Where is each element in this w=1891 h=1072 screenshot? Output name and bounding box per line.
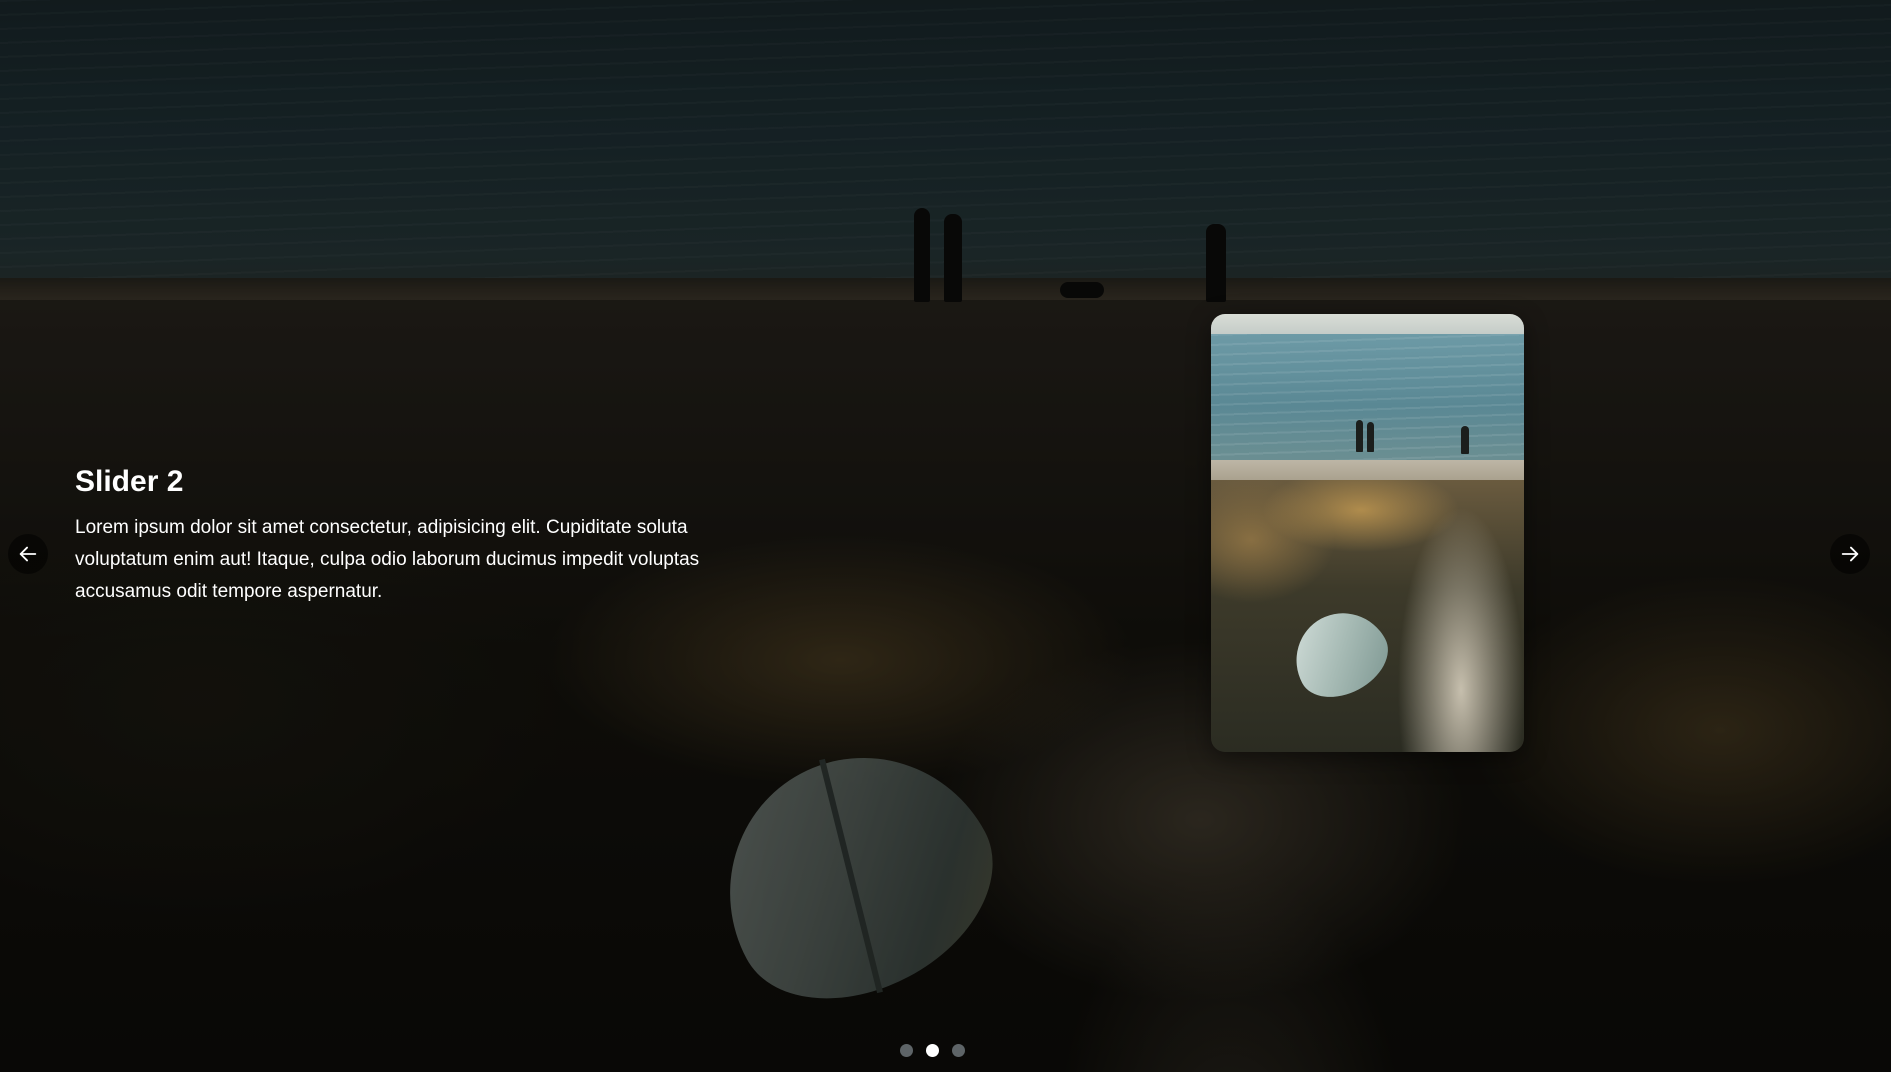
pagination-dot-2[interactable] (926, 1044, 939, 1057)
card-walker-figure (1356, 420, 1363, 452)
slider-pagination (900, 1044, 965, 1057)
card-walker-figure (1461, 426, 1469, 454)
arrow-right-icon (1841, 546, 1859, 562)
slide-title: Slider 2 (75, 465, 184, 498)
arrow-left-icon (19, 546, 37, 562)
card-walker-figure (1367, 422, 1374, 452)
prev-slide-button[interactable] (8, 534, 48, 574)
card-dunes (1211, 480, 1524, 752)
slide-preview-card[interactable] (1211, 314, 1524, 752)
next-slide-button[interactable] (1830, 534, 1870, 574)
pagination-dot-3[interactable] (952, 1044, 965, 1057)
slide-description: Lorem ipsum dolor sit amet consectetur, … (75, 517, 700, 602)
hero-slider: Slider 2 Lorem ipsum dolor sit amet cons… (0, 0, 1891, 1072)
card-sky (1211, 314, 1524, 334)
card-beach (1211, 460, 1524, 482)
slide-caption: Slider 2 Lorem ipsum dolor sit amet cons… (75, 462, 755, 608)
pagination-dot-1[interactable] (900, 1044, 913, 1057)
